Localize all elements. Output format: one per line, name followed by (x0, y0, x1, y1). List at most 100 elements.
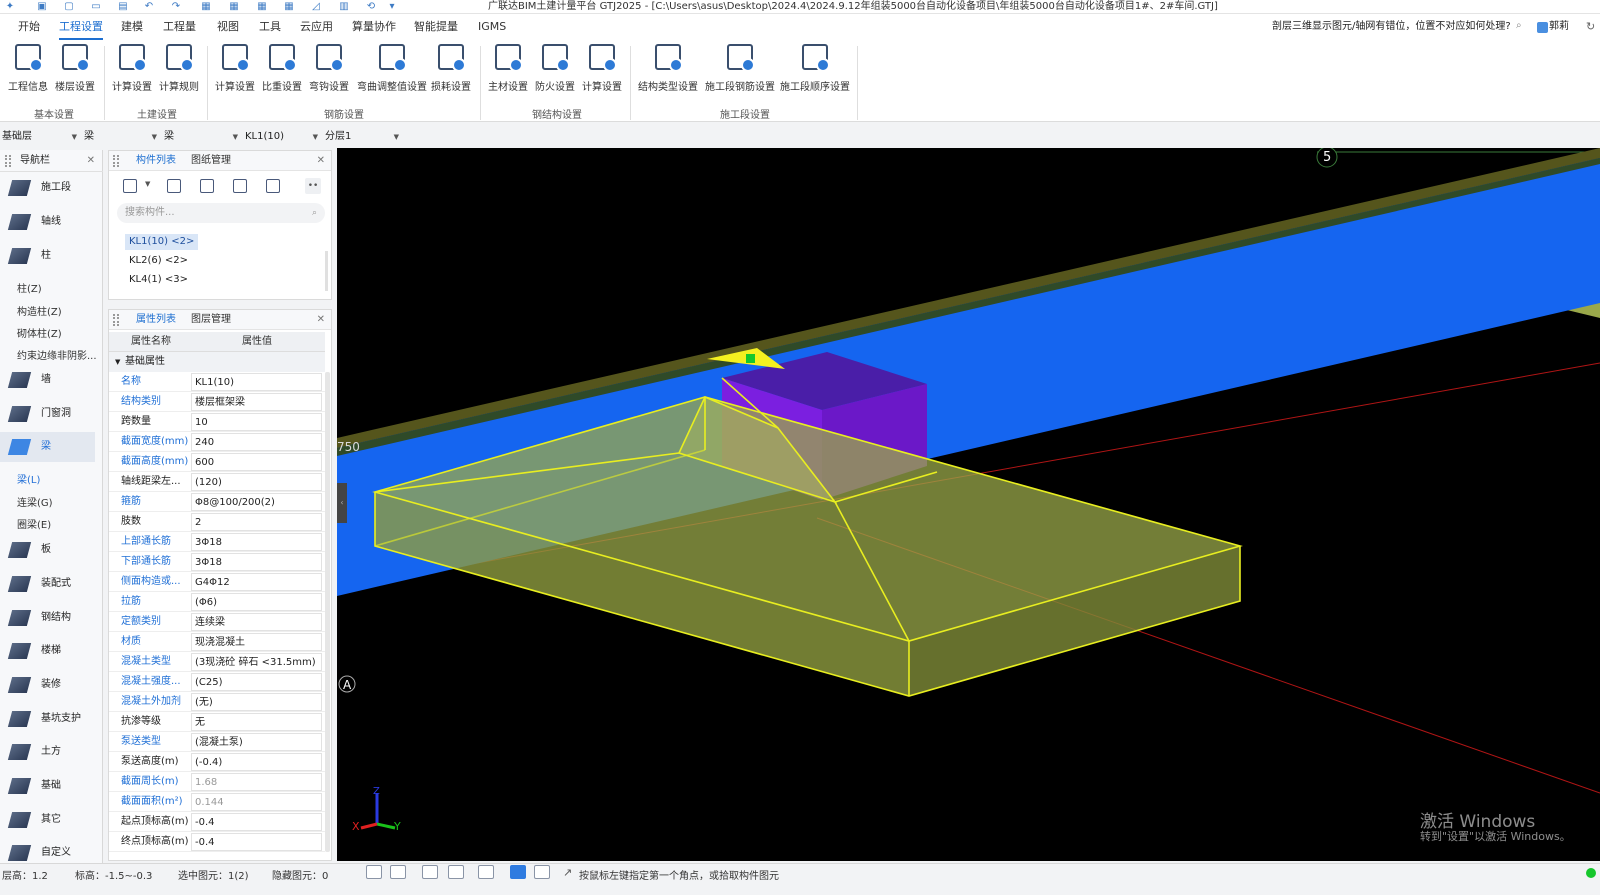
nav-item-prefab[interactable]: 装配式 (0, 569, 95, 599)
segment-order-button[interactable]: 施工段顺序设置 (780, 44, 850, 93)
property-row[interactable]: 混凝土类型 (3现浇砼 碎石 <31.5mm) (109, 652, 325, 672)
property-row[interactable]: 上部通长筋 3Φ18 (109, 532, 325, 552)
menu-collab[interactable]: 算量协作 (352, 14, 396, 40)
property-value-field[interactable]: (混凝土泵) (191, 733, 322, 751)
nav-item-stairs[interactable]: 楼梯 (0, 636, 95, 666)
property-value-field[interactable]: (3现浇砼 碎石 <31.5mm) (191, 653, 322, 671)
collapse-panel-button[interactable]: ‹ (337, 483, 347, 523)
property-row[interactable]: 结构类别 楼层框架梁 (109, 392, 325, 412)
nav-item-foundation[interactable]: 基础 (0, 771, 95, 801)
sync-icon[interactable]: ↻ (1586, 14, 1595, 40)
segment-rebar-button[interactable]: 施工段钢筋设置 (705, 44, 775, 93)
nav-sub-construct-column[interactable]: 构造柱(Z) (17, 303, 62, 318)
calc-rules-button[interactable]: 计算规则 (159, 44, 199, 93)
main-material-button[interactable]: 主材设置 (488, 44, 528, 93)
property-value-field[interactable]: KL1(10) (191, 373, 322, 391)
property-row[interactable]: 混凝土强度... (C25) (109, 672, 325, 692)
object-snap-icon[interactable] (510, 865, 526, 879)
tab-layer-manager[interactable]: 图层管理 (191, 310, 231, 330)
menu-quantity[interactable]: 工程量 (163, 14, 196, 40)
component-search-input[interactable]: 搜索构件... ⌕ (117, 203, 325, 223)
drag-handle-icon[interactable] (5, 155, 11, 167)
property-row[interactable]: 终点顶标高(m) -0.4 (109, 832, 325, 852)
menu-start[interactable]: 开始 (18, 14, 40, 40)
file-icon[interactable]: ▢ (63, 1, 75, 13)
nav-item-other[interactable]: 其它 (0, 805, 95, 835)
cross-select-icon[interactable] (422, 865, 438, 879)
property-value-field[interactable]: 连续梁 (191, 613, 322, 631)
property-value-field[interactable]: (Φ6) (191, 593, 322, 611)
property-row[interactable]: 起点顶标高(m) -0.4 (109, 812, 325, 832)
property-row[interactable]: 混凝土外加剂 (无) (109, 692, 325, 712)
search-icon[interactable]: ⌕ (312, 203, 317, 223)
scrollbar[interactable] (325, 251, 328, 291)
nav-item-steel[interactable]: 钢结构 (0, 603, 95, 633)
property-row[interactable]: 材质 现浇混凝土 (109, 632, 325, 652)
customize-icon[interactable]: ▾ (386, 1, 398, 13)
menu-smart[interactable]: 智能提量 (414, 14, 458, 40)
property-value-field[interactable]: 1.68 (191, 773, 322, 791)
nav-item-pit-support[interactable]: 基坑支护 (0, 704, 95, 734)
property-value-field[interactable]: 2 (191, 513, 322, 531)
toolbar-tool-2-icon[interactable]: ▦ (228, 1, 240, 13)
property-value-field[interactable]: -0.4 (191, 813, 322, 831)
property-row[interactable]: 截面面积(m²) 0.144 (109, 792, 325, 812)
property-value-field[interactable]: -0.4 (191, 833, 322, 851)
property-row[interactable]: 肢数 2 (109, 512, 325, 532)
line-tool-icon[interactable] (448, 865, 464, 879)
nav-item-opening[interactable]: 门窗洞 (0, 399, 95, 429)
property-row[interactable]: 截面高度(mm) 600 (109, 452, 325, 472)
collapse-icon[interactable]: ▼ (115, 352, 120, 372)
snap-toggle-icon[interactable] (366, 865, 382, 879)
nav-sub-masonry-column[interactable]: 砌体柱(Z) (17, 325, 62, 340)
property-row[interactable]: 侧面构造或... G4Φ12 (109, 572, 325, 592)
save-icon[interactable]: ▤ (117, 1, 129, 13)
property-row[interactable]: 抗渗等级 无 (109, 712, 325, 732)
close-icon[interactable]: ✕ (317, 310, 325, 330)
film-icon[interactable]: ▥ (338, 1, 350, 13)
property-row[interactable]: 泵送类型 (混凝土泵) (109, 732, 325, 752)
drag-handle-icon[interactable] (113, 155, 119, 167)
tab-component-list[interactable]: 构件列表 (136, 151, 176, 171)
3d-viewport[interactable]: 5 A 750 Z Y X ‹ (337, 148, 1600, 861)
copy-icon[interactable] (167, 179, 181, 193)
property-value-field[interactable]: 3Φ18 (191, 553, 322, 571)
property-value-field[interactable]: 楼层框架梁 (191, 393, 322, 411)
close-icon[interactable]: ✕ (87, 150, 95, 172)
floor-select[interactable]: 基础层 ▼ (2, 129, 77, 145)
property-value-field[interactable]: 无 (191, 713, 322, 731)
category-select[interactable]: 梁 ▼ (84, 129, 157, 145)
menu-modeling[interactable]: 建模 (121, 14, 143, 40)
new-component-icon[interactable] (123, 179, 137, 193)
rebar-calc-settings-button[interactable]: 计算设置 (215, 44, 255, 93)
nav-sub-column[interactable]: 柱(Z) (17, 280, 42, 295)
project-info-button[interactable]: 工程信息 (8, 44, 48, 93)
property-row[interactable]: 截面周长(m) 1.68 (109, 772, 325, 792)
nav-sub-coupling-beam[interactable]: 连梁(G) (17, 494, 53, 509)
property-row[interactable]: 截面宽度(mm) 240 (109, 432, 325, 452)
nav-item-beam[interactable]: 梁 (0, 432, 95, 462)
property-row[interactable]: 箍筋 Φ8@100/200(2) (109, 492, 325, 512)
nav-sub-beam[interactable]: 梁(L) (17, 471, 40, 486)
type-select[interactable]: 梁 ▼ (164, 129, 238, 145)
tab-property-list[interactable]: 属性列表 (136, 310, 176, 330)
list-item[interactable]: KL4(1) <3> (125, 272, 192, 288)
property-value-field[interactable]: 240 (191, 433, 322, 451)
measure-icon[interactable]: ◿ (310, 1, 322, 13)
steel-calc-settings-button[interactable]: 计算设置 (582, 44, 622, 93)
property-value-field[interactable]: (C25) (191, 673, 322, 691)
bend-adjust-button[interactable]: 弯曲调整值设置 (357, 44, 427, 93)
property-group-basic[interactable]: ▼ 基础属性 (109, 352, 325, 372)
arc-icon[interactable] (534, 865, 550, 879)
nav-item-earthwork[interactable]: 土方 (0, 737, 95, 767)
ortho-icon[interactable] (478, 865, 494, 879)
user-avatar[interactable] (1537, 22, 1548, 33)
property-value-field[interactable]: 600 (191, 453, 322, 471)
layout-icon[interactable] (266, 179, 280, 193)
new-icon[interactable]: ▣ (36, 1, 48, 13)
nav-item-slab[interactable]: 板 (0, 535, 95, 565)
property-value-field[interactable]: (无) (191, 693, 322, 711)
nav-item-axis[interactable]: 轴线 (0, 207, 95, 237)
close-icon[interactable]: ✕ (317, 151, 325, 171)
menu-project-settings[interactable]: 工程设置 (59, 14, 103, 40)
